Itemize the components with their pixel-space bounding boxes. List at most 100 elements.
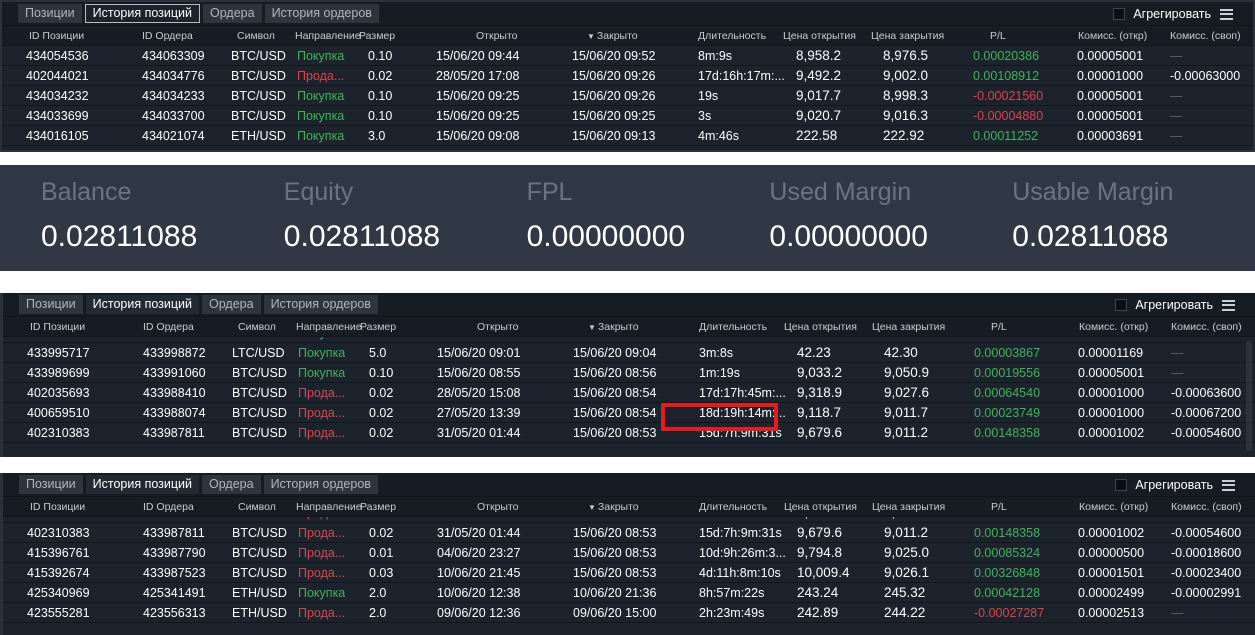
column-header-fee-open[interactable]: Комисс. (откр): [1079, 497, 1148, 517]
positions-history-panel-3: Позиции История позиций Ордера История о…: [0, 473, 1255, 635]
column-header-direction[interactable]: Направление: [295, 26, 361, 46]
column-header-closed[interactable]: ▼ Закрыто: [588, 497, 639, 517]
cell-direction: Покупка: [298, 586, 346, 600]
column-header-fee-swap[interactable]: Комисс. (своп): [1170, 26, 1241, 46]
cell-fee-swap: -0.00063600: [1171, 386, 1242, 400]
table-row[interactable]: 434054536 434063309 BTC/USD Покупка 0.10 15/0…: [2, 46, 1253, 66]
hamburger-menu-icon[interactable]: [1222, 479, 1235, 491]
cell-size: 0.02: [368, 69, 393, 83]
column-header-pl[interactable]: P/L: [990, 26, 1006, 46]
table-row[interactable]: 400659510 433988074 BTC/USD Прода... 0.02 27/…: [3, 403, 1255, 423]
column-header-close-price[interactable]: Цена закрытия: [872, 497, 945, 517]
usable-margin-label: Usable Margin: [1012, 178, 1174, 206]
column-header-direction[interactable]: Направление: [296, 317, 362, 337]
table-row[interactable]: 402035693 433988410 BTC/USD Прода... 0.02 28/…: [3, 383, 1255, 403]
cell-open-price: 9,118.7: [797, 405, 842, 420]
tab-orders-history[interactable]: История ордеров: [263, 475, 378, 494]
column-header-pl[interactable]: P/L: [991, 497, 1007, 517]
column-header-open-price[interactable]: Цена открытия: [784, 317, 857, 337]
column-header-symbol[interactable]: Символ: [238, 317, 276, 337]
cell-direction: Покупка: [297, 89, 345, 103]
column-header-pl[interactable]: P/L: [991, 317, 1007, 337]
column-header-size[interactable]: Размер: [360, 317, 396, 337]
table-row[interactable]: 415392674 433987523 BTC/USD Прода... 0.03 10/…: [3, 563, 1255, 583]
column-header-symbol[interactable]: Символ: [238, 497, 276, 517]
table-row[interactable]: 415396761 433987790 BTC/USD Прода... 0.01 04/…: [3, 543, 1255, 563]
column-header-fee-open[interactable]: Комисс. (откр): [1079, 317, 1148, 337]
table-row[interactable]: 402310383 433987811 BTC/USD Прода... 0.02 31/…: [3, 423, 1255, 443]
aggregate-checkbox[interactable]: [1115, 299, 1128, 311]
column-header-symbol[interactable]: Символ: [237, 26, 275, 46]
column-header-size[interactable]: Размер: [360, 497, 396, 517]
table-header: ID Позиции ID Ордера Символ Направление Разм…: [3, 497, 1255, 517]
aggregate-checkbox[interactable]: [1113, 8, 1126, 20]
cell-opened: 31/05/20 01:44: [437, 426, 521, 440]
table-row[interactable]: 402310383 433987811 BTC/USD Прода... 0.02 31/…: [3, 523, 1255, 543]
cell-close-price: 9,027.6: [884, 385, 930, 400]
tab-positions-history[interactable]: История позиций: [85, 295, 200, 314]
tab-orders-history[interactable]: История ордеров: [263, 295, 378, 314]
cell-open-price: 9,794.8: [797, 545, 843, 560]
cell-duration: 2h:23m:49s: [699, 606, 765, 620]
column-header-opened[interactable]: Открыто: [477, 317, 519, 337]
hamburger-menu-icon[interactable]: [1222, 299, 1235, 311]
cell-fee-open: 0.00001000: [1077, 69, 1144, 83]
cell-symbol: ETH/USD: [232, 586, 287, 600]
tab-positions[interactable]: Позиции: [18, 4, 82, 23]
column-header-closed[interactable]: ▼ Закрыто: [587, 26, 638, 46]
scrollbar[interactable]: [1246, 341, 1252, 451]
cell-fee-open: 0.00005001: [1077, 109, 1144, 123]
column-header-fee-swap[interactable]: Комисс. (своп): [1171, 317, 1242, 337]
column-header-opened[interactable]: Открыто: [477, 497, 519, 517]
cell-duration: 18d:19h:14m:...: [699, 406, 786, 420]
cell-direction: Покупка: [297, 129, 345, 143]
cell-closed: 15/06/20 09:26: [572, 89, 656, 103]
column-header-opened[interactable]: Открыто: [476, 26, 518, 46]
tab-positions-history[interactable]: История позиций: [84, 4, 201, 23]
column-header-duration[interactable]: Длительность: [699, 497, 767, 517]
column-header-open-price[interactable]: Цена открытия: [784, 497, 857, 517]
cell-duration: 4d:11h:8m:10s: [699, 566, 781, 580]
table-row[interactable]: 423555281 423556313 ETH/USD Прода... 2.0 09/0…: [3, 603, 1255, 623]
table-row[interactable]: 433995717 433998872 LTC/USD Покупка 5.0 15/06…: [3, 343, 1255, 363]
column-header-fee-swap[interactable]: Комисс. (своп): [1171, 497, 1242, 517]
column-header-closed[interactable]: ▼ Закрыто: [588, 317, 639, 337]
cell-fee-swap: -0.00002991: [1171, 586, 1242, 600]
column-header-order-id[interactable]: ID Ордера: [143, 317, 194, 337]
tab-orders[interactable]: Ордера: [203, 4, 262, 23]
column-header-direction[interactable]: Направление: [296, 497, 362, 517]
tab-positions-history[interactable]: История позиций: [85, 475, 200, 494]
column-header-duration[interactable]: Длительность: [698, 26, 766, 46]
column-header-open-price[interactable]: Цена открытия: [783, 26, 856, 46]
tab-orders[interactable]: Ордера: [202, 295, 261, 314]
column-header-duration[interactable]: Длительность: [699, 317, 767, 337]
table-row[interactable]: 433989699 433991060 BTC/USD Покупка 0.10 15/0…: [3, 363, 1255, 383]
table-row[interactable]: 434033699 434033700 BTC/USD Покупка 0.10 15/0…: [2, 106, 1253, 126]
table-row[interactable]: 402044021 434034776 BTC/USD Прода... 0.02 28/…: [2, 66, 1253, 86]
fpl-value: 0.00000000: [526, 220, 686, 253]
column-header-size[interactable]: Размер: [359, 26, 395, 46]
cell-order-id: 434063309: [142, 49, 205, 63]
cell-direction: Покупка: [298, 366, 346, 380]
aggregate-checkbox[interactable]: [1115, 479, 1128, 491]
column-header-pos-id[interactable]: ID Позиции: [30, 497, 85, 517]
column-header-fee-open[interactable]: Комисс. (откр): [1078, 26, 1147, 46]
cell-direction: Прода...: [298, 606, 346, 620]
hamburger-menu-icon[interactable]: [1220, 8, 1233, 20]
column-header-close-price[interactable]: Цена закрытия: [871, 26, 944, 46]
column-header-close-price[interactable]: Цена закрытия: [872, 317, 945, 337]
tab-orders-history[interactable]: История ордеров: [264, 4, 379, 23]
tab-orders[interactable]: Ордера: [202, 475, 261, 494]
table-row[interactable]: 425340969 425341491 ETH/USD Покупка 2.0 10/06…: [3, 583, 1255, 603]
column-header-pos-id[interactable]: ID Позиции: [30, 317, 85, 337]
tab-positions[interactable]: Позиции: [19, 475, 83, 494]
table-row[interactable]: 434016105 434021074 ETH/USD Покупка 3.0 15/06…: [2, 126, 1253, 146]
cell-open-price: 9,017.7: [796, 88, 842, 103]
column-header-order-id[interactable]: ID Ордера: [143, 497, 194, 517]
column-header-order-id[interactable]: ID Ордера: [142, 26, 193, 46]
tab-positions[interactable]: Позиции: [19, 295, 83, 314]
cell-pl: 0.00019556: [974, 366, 1041, 380]
table-row[interactable]: 434034232 434034233 BTC/USD Покупка 0.10 15/0…: [2, 86, 1253, 106]
cell-pos-id: 400659510: [27, 406, 90, 420]
column-header-pos-id[interactable]: ID Позиции: [29, 26, 84, 46]
